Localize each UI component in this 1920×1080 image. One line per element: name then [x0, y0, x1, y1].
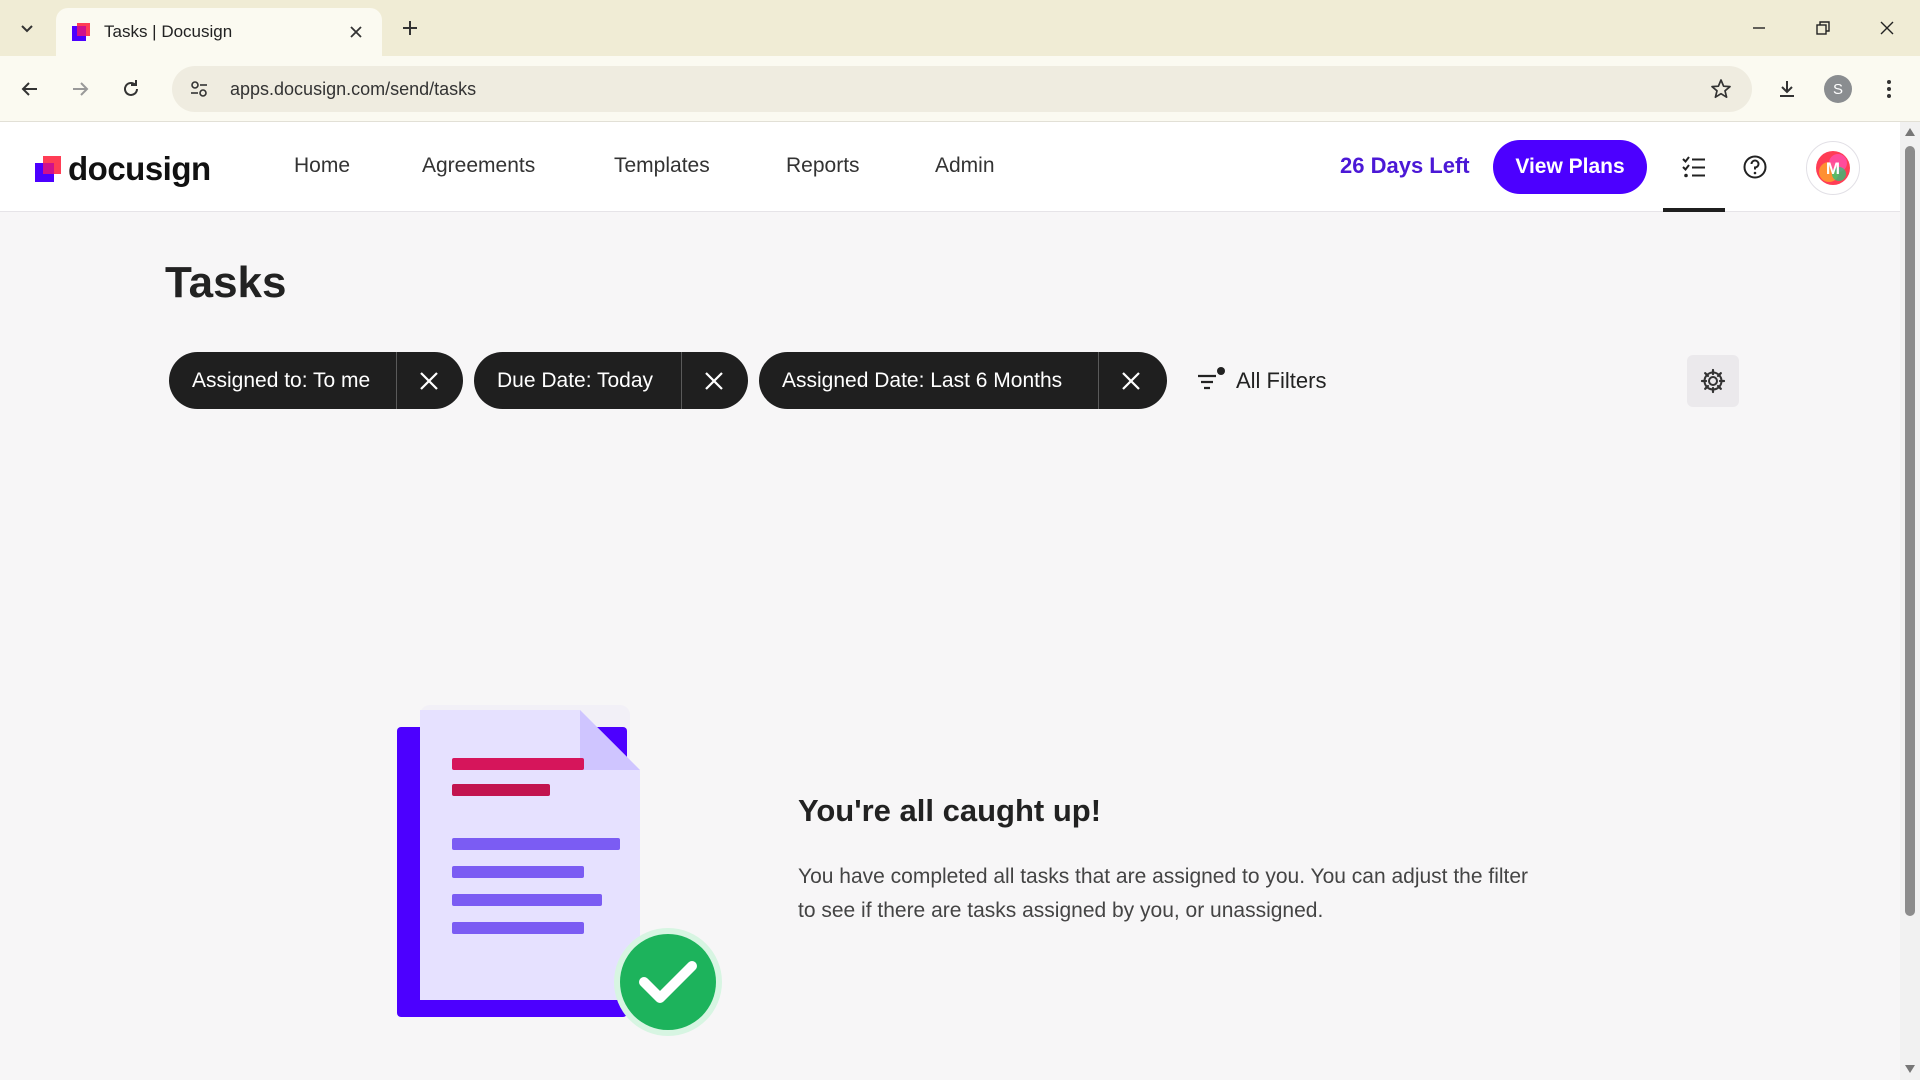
chevron-down-icon [21, 25, 33, 33]
browser-tabstrip: Tasks | Docusign [0, 0, 1920, 56]
page-scrollbar[interactable] [1900, 122, 1920, 1080]
downloads-button[interactable] [1770, 72, 1804, 106]
download-icon [1780, 81, 1794, 97]
page-title: Tasks [165, 258, 287, 307]
svg-text:M: M [1826, 159, 1840, 178]
scroll-up-icon[interactable] [1904, 127, 1916, 137]
docusign-logo-mark [35, 156, 61, 182]
help-button[interactable] [1735, 147, 1775, 187]
reload-icon [124, 80, 138, 96]
arrow-left-icon [21, 82, 37, 96]
filter-chip-assigned-date[interactable]: Assigned Date: Last 6 Months [759, 352, 1167, 409]
restore-icon [1816, 21, 1830, 35]
filter-chip-label[interactable]: Assigned Date: Last 6 Months [759, 352, 1099, 409]
filter-chip-label[interactable]: Assigned to: To me [169, 352, 397, 409]
filter-icon [1198, 367, 1225, 390]
browser-toolbar: apps.docusign.com/send/tasks S [0, 56, 1920, 122]
tasks-button[interactable] [1674, 147, 1714, 187]
forward-button[interactable] [63, 72, 97, 106]
help-icon [1743, 155, 1767, 179]
arrow-right-icon [73, 82, 89, 96]
active-tab-indicator [1663, 208, 1725, 212]
all-filters-button[interactable]: All Filters [1196, 362, 1326, 400]
filter-chip-label[interactable]: Due Date: Today [474, 352, 682, 409]
empty-state-title: You're all caught up! [798, 793, 1102, 828]
close-icon [420, 371, 438, 390]
tune-icon[interactable] [188, 78, 210, 100]
app-header: docusign Home Agreements Templates Repor… [0, 122, 1900, 212]
minimize-button[interactable] [1739, 10, 1779, 46]
close-icon [1122, 371, 1140, 390]
all-filters-label[interactable]: All Filters [1236, 368, 1326, 394]
view-plans-button[interactable]: View Plans [1493, 140, 1647, 194]
filter-chip-assigned-to[interactable]: Assigned to: To me [169, 352, 463, 409]
close-icon [1880, 21, 1894, 35]
restore-button[interactable] [1803, 10, 1843, 46]
browser-tab-active[interactable]: Tasks | Docusign [56, 8, 382, 56]
logo-text: docusign [68, 150, 211, 187]
nav-home[interactable]: Home [294, 154, 350, 178]
checklist-icon [1682, 156, 1705, 178]
docusign-logo[interactable]: docusign [34, 150, 211, 188]
remove-filter-button[interactable] [1099, 352, 1163, 409]
more-vertical-icon [1887, 80, 1891, 98]
scroll-down-icon[interactable] [1904, 1064, 1916, 1074]
close-tab-icon[interactable] [344, 20, 368, 44]
reload-button[interactable] [114, 72, 148, 106]
nav-templates[interactable]: Templates [614, 154, 710, 178]
url-text[interactable]: apps.docusign.com/send/tasks [230, 79, 1710, 100]
empty-state-description: You have completed all tasks that are as… [798, 865, 1529, 922]
new-tab-button[interactable] [396, 14, 424, 42]
avatar-initial-icon: M [1816, 151, 1850, 185]
profile-button[interactable]: S [1821, 72, 1855, 106]
close-icon [705, 371, 723, 390]
minimize-icon [1753, 27, 1765, 29]
table-settings-button[interactable] [1687, 355, 1739, 407]
nav-agreements[interactable]: Agreements [422, 154, 535, 178]
address-bar[interactable]: apps.docusign.com/send/tasks [172, 66, 1752, 112]
profile-avatar: S [1824, 75, 1852, 103]
filter-chip-due-date[interactable]: Due Date: Today [474, 352, 748, 409]
nav-reports[interactable]: Reports [786, 154, 860, 178]
plus-icon [403, 21, 417, 35]
nav-admin[interactable]: Admin [935, 154, 995, 178]
tab-search-button[interactable] [8, 12, 46, 44]
docusign-favicon [72, 23, 90, 41]
remove-filter-button[interactable] [397, 352, 461, 409]
caught-up-illustration [397, 705, 722, 1036]
trial-days-left[interactable]: 26 Days Left [1340, 153, 1470, 179]
back-button[interactable] [13, 72, 47, 106]
user-avatar[interactable]: M [1806, 141, 1860, 195]
star-icon[interactable] [1710, 78, 1732, 100]
remove-filter-button[interactable] [682, 352, 746, 409]
scrollbar-thumb[interactable] [1905, 146, 1915, 916]
browser-menu-button[interactable] [1872, 72, 1906, 106]
close-window-button[interactable] [1867, 10, 1907, 46]
tab-title: Tasks | Docusign [104, 22, 233, 41]
gear-icon [1700, 368, 1726, 394]
